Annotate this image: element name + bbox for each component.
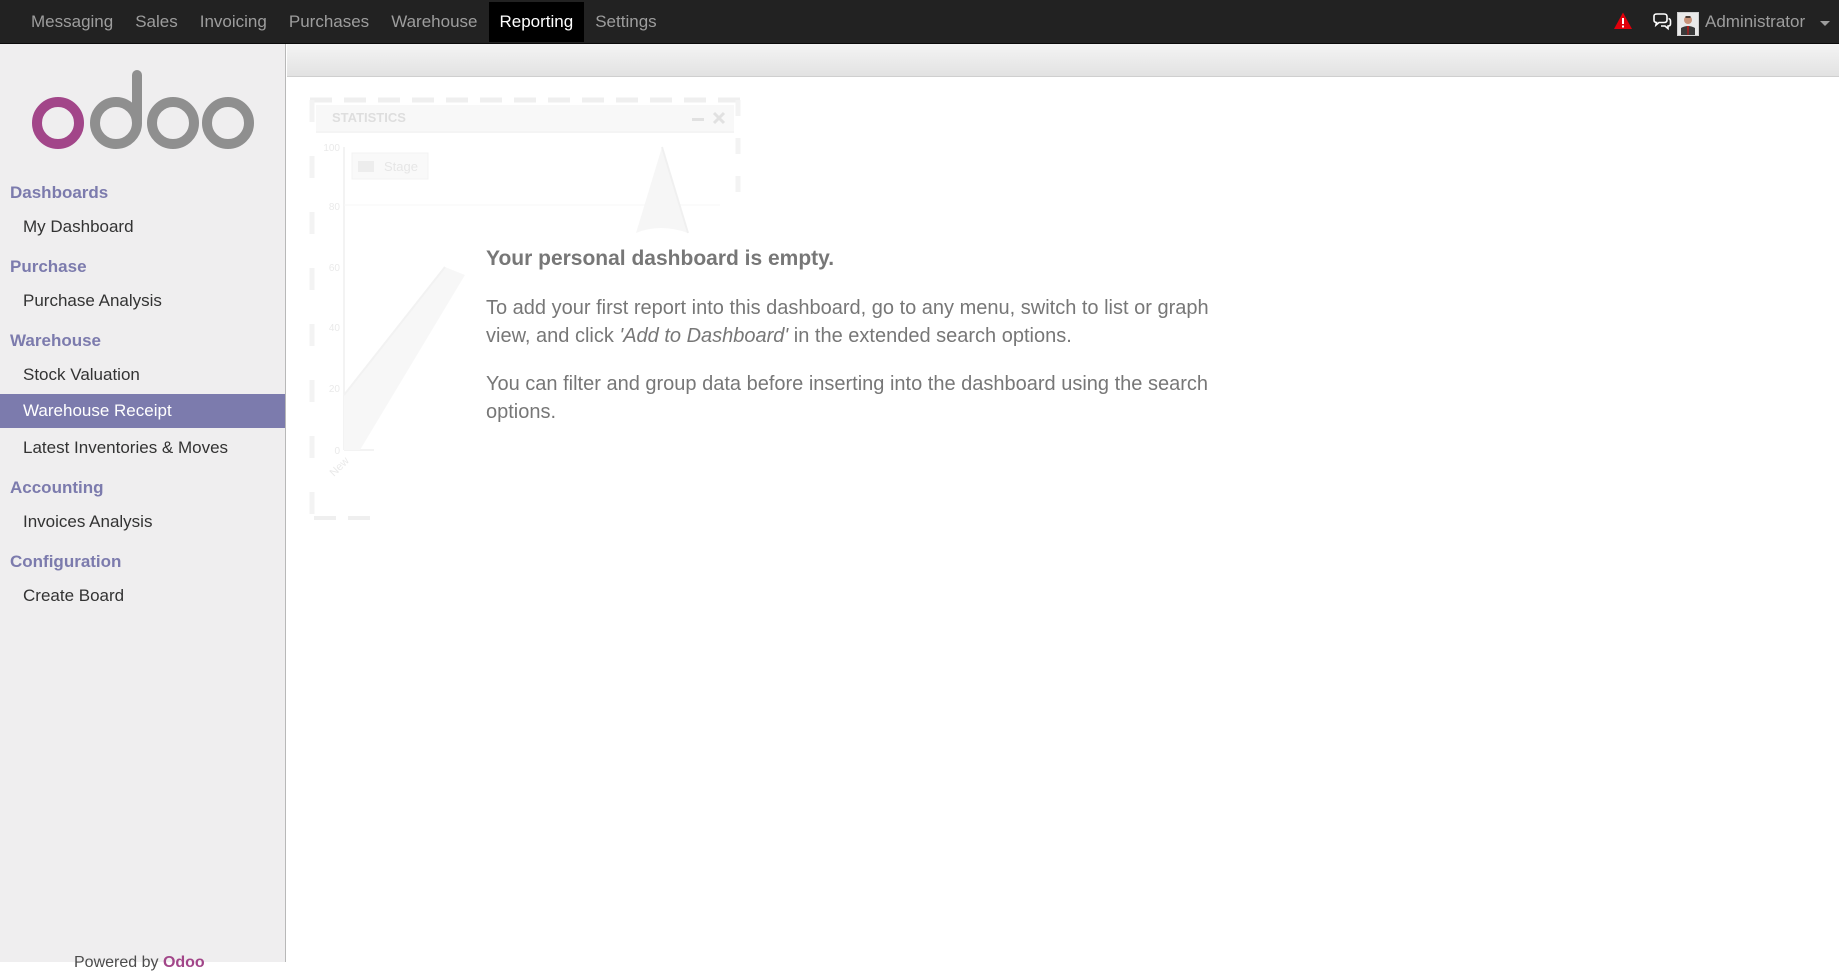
menu-messaging[interactable]: Messaging	[20, 2, 124, 42]
sidebar-item-invoices-analysis[interactable]: Invoices Analysis	[0, 505, 285, 539]
ghost-widget-title: STATISTICS	[332, 110, 406, 125]
help-1-text-end: in the extended search options.	[788, 325, 1072, 347]
user-menu[interactable]: Administrator	[1677, 0, 1839, 44]
sidebar-item-latest-inventories[interactable]: Latest Inventories & Moves	[0, 431, 285, 465]
sidebar-item-create-board[interactable]: Create Board	[0, 579, 285, 613]
warning-icon[interactable]	[1613, 11, 1633, 31]
sidebar-item-my-dashboard[interactable]: My Dashboard	[0, 210, 285, 244]
odoo-logo[interactable]	[32, 70, 254, 150]
add-to-dashboard-emphasis: 'Add to Dashboard'	[619, 325, 789, 347]
ghost-y-tick: 100	[323, 143, 340, 154]
ghost-y-tick: 60	[329, 263, 341, 274]
menu-settings[interactable]: Settings	[584, 2, 667, 42]
empty-dashboard-help-2: You can filter and group data before ins…	[486, 373, 1208, 423]
ghost-x-tick: New	[328, 455, 352, 479]
nav-section-purchase: Purchase	[10, 257, 87, 276]
menu-invoicing[interactable]: Invoicing	[189, 2, 278, 42]
ghost-y-tick: 40	[329, 323, 341, 334]
sidebar-item-purchase-analysis[interactable]: Purchase Analysis	[0, 284, 285, 318]
menu-reporting[interactable]: Reporting	[488, 2, 585, 42]
sidebar-item-stock-valuation[interactable]: Stock Valuation	[0, 358, 285, 392]
chevron-down-icon	[1820, 21, 1830, 26]
app-menu: Messaging Sales Invoicing Purchases Ware…	[20, 0, 668, 44]
chat-icon[interactable]	[1652, 12, 1672, 32]
ghost-legend-label: Stage	[384, 159, 418, 174]
nav-section-dashboards: Dashboards	[10, 183, 109, 202]
powered-by-text: Powered by	[74, 954, 163, 971]
avatar	[1677, 12, 1699, 36]
menu-sales[interactable]: Sales	[124, 2, 189, 42]
ghost-y-tick: 80	[329, 202, 341, 213]
sidebar-item-warehouse-receipt[interactable]: Warehouse Receipt	[0, 394, 285, 428]
powered-by-brand[interactable]: Odoo	[163, 954, 205, 971]
empty-dashboard-title: Your personal dashboard is empty.	[486, 247, 835, 270]
menu-warehouse[interactable]: Warehouse	[380, 2, 488, 42]
menu-purchases[interactable]: Purchases	[278, 2, 380, 42]
powered-by: Powered by Odoo	[74, 954, 205, 972]
sidebar: Dashboards My Dashboard Purchase Purchas…	[0, 44, 286, 971]
minimize-icon	[692, 118, 704, 121]
user-name: Administrator	[1705, 12, 1806, 31]
ghost-y-tick: 20	[329, 384, 341, 395]
empty-dashboard-help-1: To add your first report into this dashb…	[486, 294, 1226, 350]
nav-section-accounting: Accounting	[10, 478, 104, 497]
control-panel	[287, 44, 1839, 77]
ghost-y-tick: 0	[334, 446, 340, 457]
nav-section-configuration: Configuration	[10, 552, 122, 571]
top-navbar: Messaging Sales Invoicing Purchases Ware…	[0, 0, 1839, 44]
nav-section-warehouse: Warehouse	[10, 331, 102, 350]
empty-dashboard-help: Your personal dashboard is empty. To add…	[486, 244, 1226, 446]
